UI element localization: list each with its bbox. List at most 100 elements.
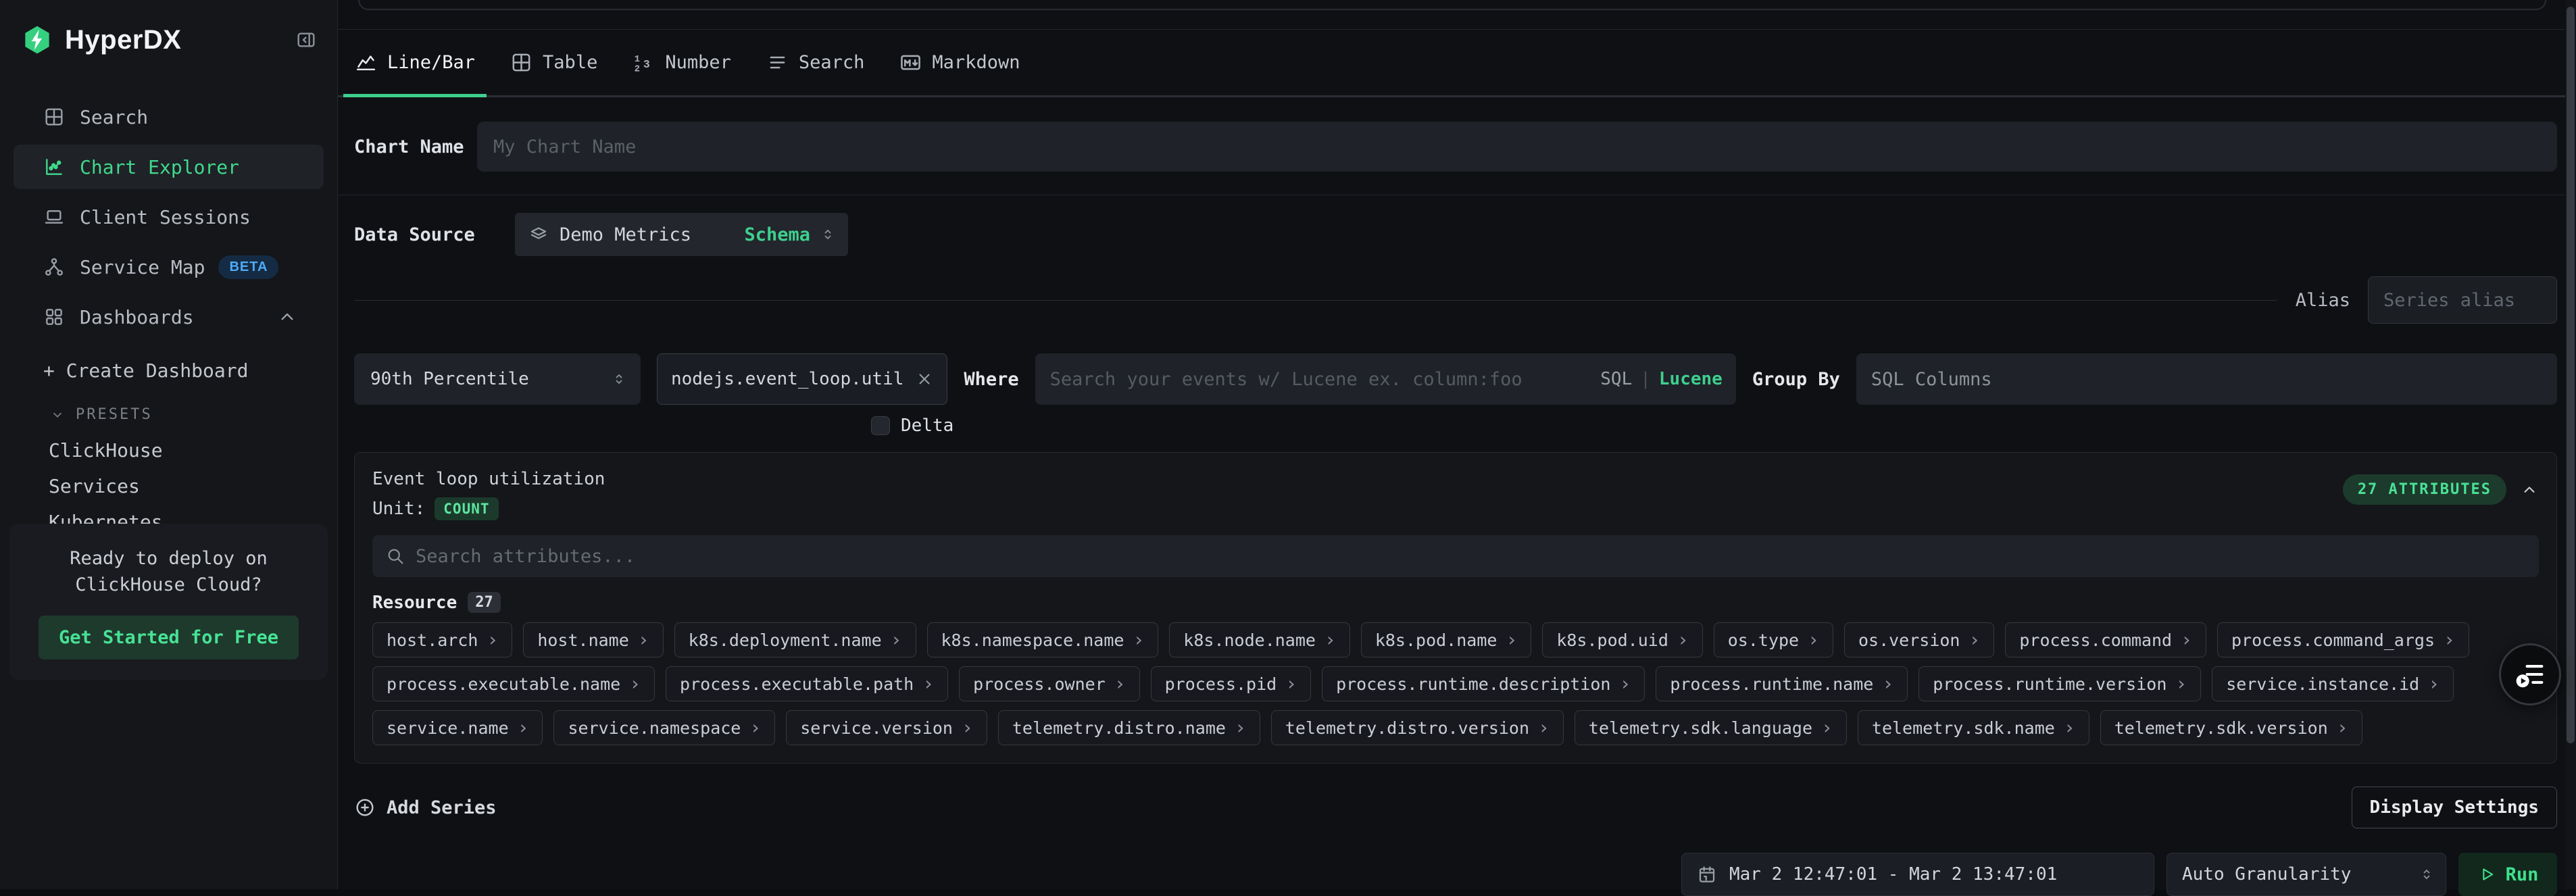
attribute-chip[interactable]: k8s.namespace.name›	[927, 622, 1159, 657]
run-label: Run	[2506, 864, 2539, 885]
logo-row: HyperDX	[0, 0, 337, 55]
sidebar-item-client-sessions[interactable]: Client Sessions	[14, 195, 324, 239]
group-by-input[interactable]	[1871, 369, 2544, 390]
chevron-right-icon: ›	[1968, 630, 1980, 649]
scrollbar-thumb[interactable]	[2567, 7, 2575, 743]
scrollbar[interactable]	[2565, 0, 2576, 889]
display-settings-button[interactable]: Display Settings	[2352, 787, 2557, 828]
sql-toggle-option[interactable]: SQL	[1600, 369, 1632, 389]
tab-number[interactable]: 123Number	[621, 30, 743, 95]
lucene-toggle-option[interactable]: Lucene	[1659, 369, 1723, 389]
attribute-chip[interactable]: os.type›	[1714, 622, 1833, 657]
chevron-right-icon: ›	[891, 630, 902, 649]
attribute-chip[interactable]: service.version›	[786, 710, 987, 745]
attribute-chip[interactable]: telemetry.distro.version›	[1271, 710, 1564, 745]
alias-input[interactable]	[2368, 276, 2557, 324]
chevron-up-icon[interactable]	[2520, 480, 2539, 499]
attribute-chip-label: service.name	[387, 718, 509, 738]
attribute-chip[interactable]: host.arch›	[372, 622, 512, 657]
table-icon	[43, 106, 65, 128]
attribute-chip[interactable]: telemetry.distro.name›	[998, 710, 1260, 745]
attribute-chip[interactable]: k8s.pod.uid›	[1542, 622, 1702, 657]
attribute-chip[interactable]: service.name ›	[372, 710, 543, 745]
preset-item-services[interactable]: Services	[0, 468, 337, 504]
attributes-panel: Event loop utilization Unit: COUNT 27 AT…	[354, 452, 2557, 764]
create-dashboard-button[interactable]: + Create Dashboard	[43, 359, 337, 382]
hierarchy-icon	[43, 256, 65, 278]
chevron-right-icon: ›	[962, 718, 973, 737]
presets-label: PRESETS	[76, 406, 153, 423]
attribute-chip-label: k8s.pod.uid	[1556, 630, 1668, 650]
attribute-chip[interactable]: k8s.pod.name›	[1361, 622, 1531, 657]
attribute-chip[interactable]: process.executable.name›	[372, 666, 655, 701]
preset-item-clickhouse[interactable]: ClickHouse	[0, 432, 337, 468]
sidebar-item-dashboards[interactable]: Dashboards	[14, 295, 324, 339]
attribute-chip[interactable]: process.runtime.description›	[1322, 666, 1645, 701]
tab-markdown[interactable]: Markdown	[888, 30, 1031, 95]
chevron-up-icon[interactable]	[276, 306, 298, 328]
attribute-chip-label: process.command	[2019, 630, 2172, 650]
selector-icon	[611, 371, 627, 387]
run-button[interactable]: Run	[2458, 853, 2557, 896]
attribute-chip[interactable]: telemetry.sdk.name›	[1858, 710, 2089, 745]
attribute-chip[interactable]: process.owner›	[959, 666, 1140, 701]
attribute-chip[interactable]: process.executable.path›	[666, 666, 948, 701]
tab-search[interactable]: Search	[755, 30, 876, 95]
query-controls-bar: Mar 2 12:47:01 - Mar 2 13:47:01 Auto Gra…	[354, 853, 2557, 896]
attribute-chip-label: telemetry.sdk.version	[2114, 718, 2328, 738]
attribute-chip[interactable]: process.pid›	[1151, 666, 1311, 701]
feedback-launcher-button[interactable]	[2499, 643, 2561, 705]
presets-toggle[interactable]: PRESETS	[50, 406, 337, 423]
delta-checkbox[interactable]	[871, 416, 890, 435]
chart-name-input[interactable]	[477, 122, 2557, 172]
chart-preview-panel-edge	[358, 0, 2546, 10]
sidebar-item-chart-explorer[interactable]: Chart Explorer	[14, 145, 324, 189]
chevron-right-icon: ›	[749, 718, 761, 737]
time-range-picker[interactable]: Mar 2 12:47:01 - Mar 2 13:47:01	[1681, 853, 2154, 896]
chevron-right-icon: ›	[1114, 674, 1126, 693]
selector-icon	[820, 226, 836, 243]
play-icon	[2477, 865, 2496, 884]
chart-line-dots-icon	[43, 156, 65, 178]
attribute-chip[interactable]: service.namespace›	[553, 710, 775, 745]
chevron-right-icon: ›	[1506, 630, 1517, 649]
attribute-chip[interactable]: service.instance.id›	[2212, 666, 2454, 701]
chevron-right-icon: ›	[487, 630, 498, 649]
attribute-chip-label: service.instance.id	[2226, 674, 2419, 694]
attribute-chip[interactable]: host.name›	[523, 622, 663, 657]
tab-table[interactable]: Table	[499, 30, 609, 95]
number-123-icon: 123	[633, 51, 655, 74]
aggregation-select[interactable]: 90th Percentile	[354, 353, 641, 405]
metric-chip[interactable]: nodejs.event_loop.util	[657, 353, 947, 405]
tab-line-bar[interactable]: Line/Bar	[343, 30, 487, 95]
attribute-chip[interactable]: process.runtime.name›	[1656, 666, 1908, 701]
data-source-label: Data Source	[354, 224, 515, 245]
attribute-chip[interactable]: os.version›	[1844, 622, 1994, 657]
time-range-value: Mar 2 12:47:01 - Mar 2 13:47:01	[1729, 864, 2057, 885]
attribute-chip[interactable]: telemetry.sdk.version›	[2100, 710, 2362, 745]
attribute-chip[interactable]: process.command_args›	[2217, 622, 2469, 657]
where-input[interactable]	[1050, 369, 1591, 390]
attribute-chip[interactable]: telemetry.sdk.language›	[1575, 710, 1847, 745]
close-icon[interactable]	[916, 370, 933, 388]
get-started-button[interactable]: Get Started for Free	[39, 616, 299, 659]
attribute-chip-label: telemetry.sdk.name	[1872, 718, 2055, 738]
sidebar-item-service-map[interactable]: Service MapBETA	[14, 245, 324, 289]
attribute-chip[interactable]: k8s.deployment.name›	[674, 622, 916, 657]
sidebar-item-search[interactable]: Search	[14, 95, 324, 139]
attribute-search-input[interactable]	[416, 546, 2525, 567]
attribute-chip[interactable]: process.command›	[2005, 622, 2206, 657]
schema-link[interactable]: Schema	[744, 224, 810, 245]
divider	[354, 300, 2277, 301]
attribute-chip[interactable]: process.runtime.version›	[1918, 666, 2201, 701]
svg-text:2: 2	[635, 65, 640, 74]
sidebar-collapse-icon[interactable]	[295, 29, 317, 51]
chevron-right-icon: ›	[518, 718, 529, 737]
attribute-search-shell	[372, 535, 2539, 577]
sidebar-item-label: Search	[80, 106, 148, 128]
granularity-select[interactable]: Auto Granularity	[2166, 853, 2446, 896]
data-source-row: Data Source Demo Metrics Schema	[354, 213, 2557, 256]
add-series-button[interactable]: Add Series	[354, 797, 497, 818]
data-source-select[interactable]: Demo Metrics Schema	[515, 213, 848, 256]
attribute-chip[interactable]: k8s.node.name›	[1169, 622, 1350, 657]
